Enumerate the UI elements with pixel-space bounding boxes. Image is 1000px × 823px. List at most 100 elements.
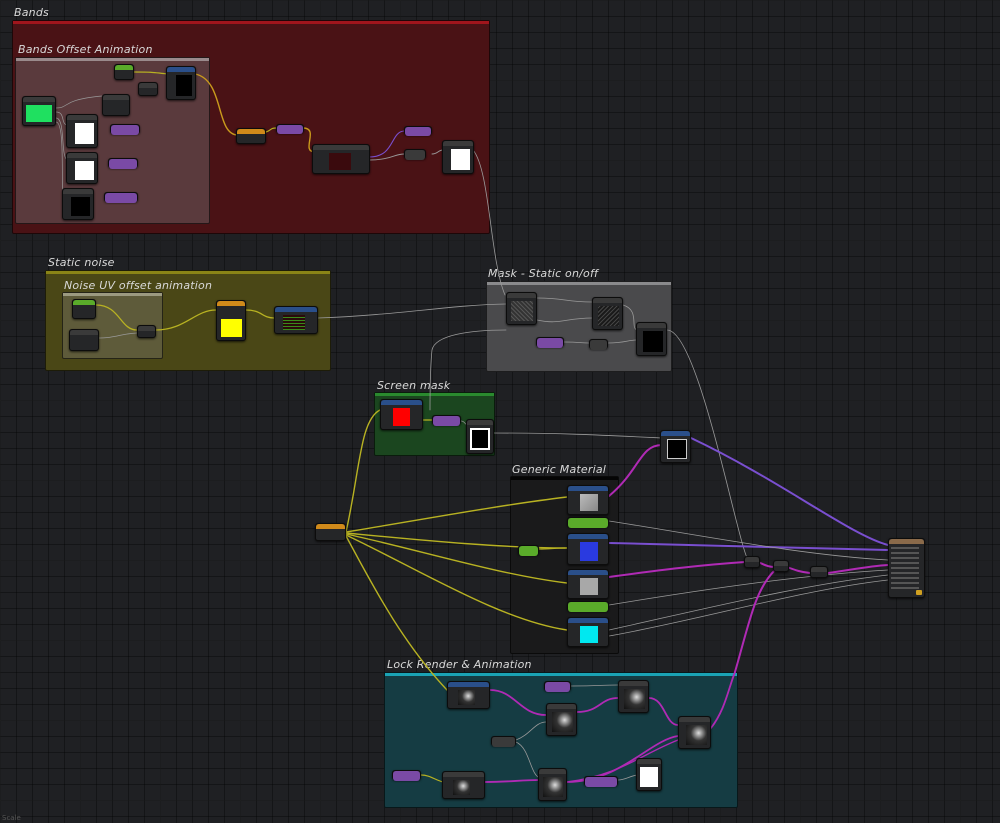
pin: [891, 587, 919, 589]
texture-node-render[interactable]: [618, 680, 649, 713]
texture-node-emissive[interactable]: [567, 617, 609, 647]
param-node[interactable]: [392, 770, 421, 781]
wire: [608, 561, 746, 578]
lerp-node[interactable]: [236, 128, 266, 144]
node-header: [139, 83, 157, 88]
node-header: [103, 95, 129, 100]
pin: [891, 547, 919, 549]
texture-preview: [75, 161, 94, 180]
param-node[interactable]: [110, 124, 140, 135]
wire: [608, 569, 889, 606]
node-graph-canvas[interactable]: Bands Bands Offset Animation Static nois…: [0, 0, 1000, 823]
wire: [484, 779, 541, 783]
texture-node-black[interactable]: [62, 188, 94, 220]
wire: [576, 697, 619, 713]
node-header: [67, 115, 97, 120]
wire: [265, 127, 277, 133]
texture-node-black[interactable]: [636, 322, 667, 356]
wire: [786, 566, 811, 574]
wire: [570, 684, 619, 687]
pin: [891, 562, 919, 564]
texture-node-basecolor[interactable]: [567, 485, 609, 515]
connection-wires: [55, 71, 889, 783]
node-header: [63, 189, 93, 194]
noise-function-node[interactable]: [274, 306, 318, 334]
texture-preview: [451, 149, 470, 170]
texture-node-render[interactable]: [678, 716, 711, 749]
wire: [155, 309, 217, 331]
texture-node-red[interactable]: [380, 399, 423, 430]
multiply-node[interactable]: [773, 560, 789, 572]
node-header: [105, 193, 137, 203]
noise-preview: [283, 315, 305, 330]
wire: [515, 741, 541, 779]
canvas-watermark: Scale: [2, 814, 21, 822]
param-node[interactable]: [108, 158, 138, 169]
node-header: [316, 524, 345, 529]
texture-preview: [453, 780, 470, 795]
texture-preview: [580, 578, 598, 595]
param-node[interactable]: [104, 192, 138, 203]
texture-node-white[interactable]: [66, 152, 98, 184]
texture-node-render[interactable]: [546, 703, 577, 736]
node-header: [568, 518, 608, 528]
const-node[interactable]: [567, 601, 609, 612]
texture-node-render[interactable]: [538, 768, 567, 801]
time-node[interactable]: [69, 329, 99, 351]
node-header: [889, 539, 924, 544]
wire: [368, 130, 405, 158]
texture-preview: [580, 542, 598, 561]
const-node[interactable]: [114, 64, 134, 80]
node-header: [67, 153, 97, 158]
math-node[interactable]: [404, 149, 426, 160]
texture-node-roughness[interactable]: [567, 569, 609, 599]
texture-node-render[interactable]: [442, 771, 485, 799]
wire: [345, 409, 381, 533]
texture-node-white[interactable]: [66, 114, 98, 148]
wire: [245, 309, 275, 319]
math-node[interactable]: [491, 736, 516, 747]
param-node[interactable]: [404, 126, 432, 136]
pin: [891, 572, 919, 574]
multiply-node[interactable]: [810, 566, 828, 578]
const-node[interactable]: [567, 517, 609, 528]
const-node[interactable]: [518, 545, 539, 556]
texcoord-node[interactable]: [315, 523, 346, 541]
math-node[interactable]: [102, 94, 130, 116]
material-output-node[interactable]: [888, 538, 925, 598]
param-node[interactable]: [544, 681, 571, 692]
texture-preview: [511, 301, 533, 321]
panner-node[interactable]: [137, 325, 156, 338]
const-node[interactable]: [72, 299, 96, 319]
pin: [891, 577, 919, 579]
param-node[interactable]: [276, 124, 304, 134]
texture-preview: [552, 712, 573, 732]
param-node-color[interactable]: [22, 96, 56, 126]
wire: [489, 689, 547, 716]
texture-node-render[interactable]: [447, 681, 490, 709]
pin: [891, 557, 919, 559]
param-node[interactable]: [432, 415, 461, 426]
texture-preview: [221, 319, 242, 337]
texture-node-black[interactable]: [166, 66, 196, 100]
texture-node-yellow[interactable]: [216, 300, 246, 341]
lerp-node[interactable]: [660, 430, 691, 463]
texture-node-white[interactable]: [636, 758, 662, 791]
material-function-node[interactable]: [312, 144, 370, 174]
texture-node-noise[interactable]: [506, 292, 537, 325]
node-header: [393, 771, 420, 781]
node-header: [70, 330, 98, 335]
texture-preview: [580, 494, 598, 511]
multiply-node[interactable]: [744, 556, 760, 568]
texture-node-mask[interactable]: [466, 419, 494, 454]
math-node[interactable]: [589, 339, 608, 350]
param-node[interactable]: [536, 337, 564, 348]
node-header: [138, 326, 155, 331]
texture-node-noise[interactable]: [592, 297, 623, 330]
wire: [472, 149, 506, 296]
math-node[interactable]: [138, 82, 158, 96]
texture-node-white[interactable]: [442, 140, 474, 174]
node-header: [585, 777, 617, 787]
param-node[interactable]: [584, 776, 618, 787]
texture-node-normal[interactable]: [567, 533, 609, 565]
